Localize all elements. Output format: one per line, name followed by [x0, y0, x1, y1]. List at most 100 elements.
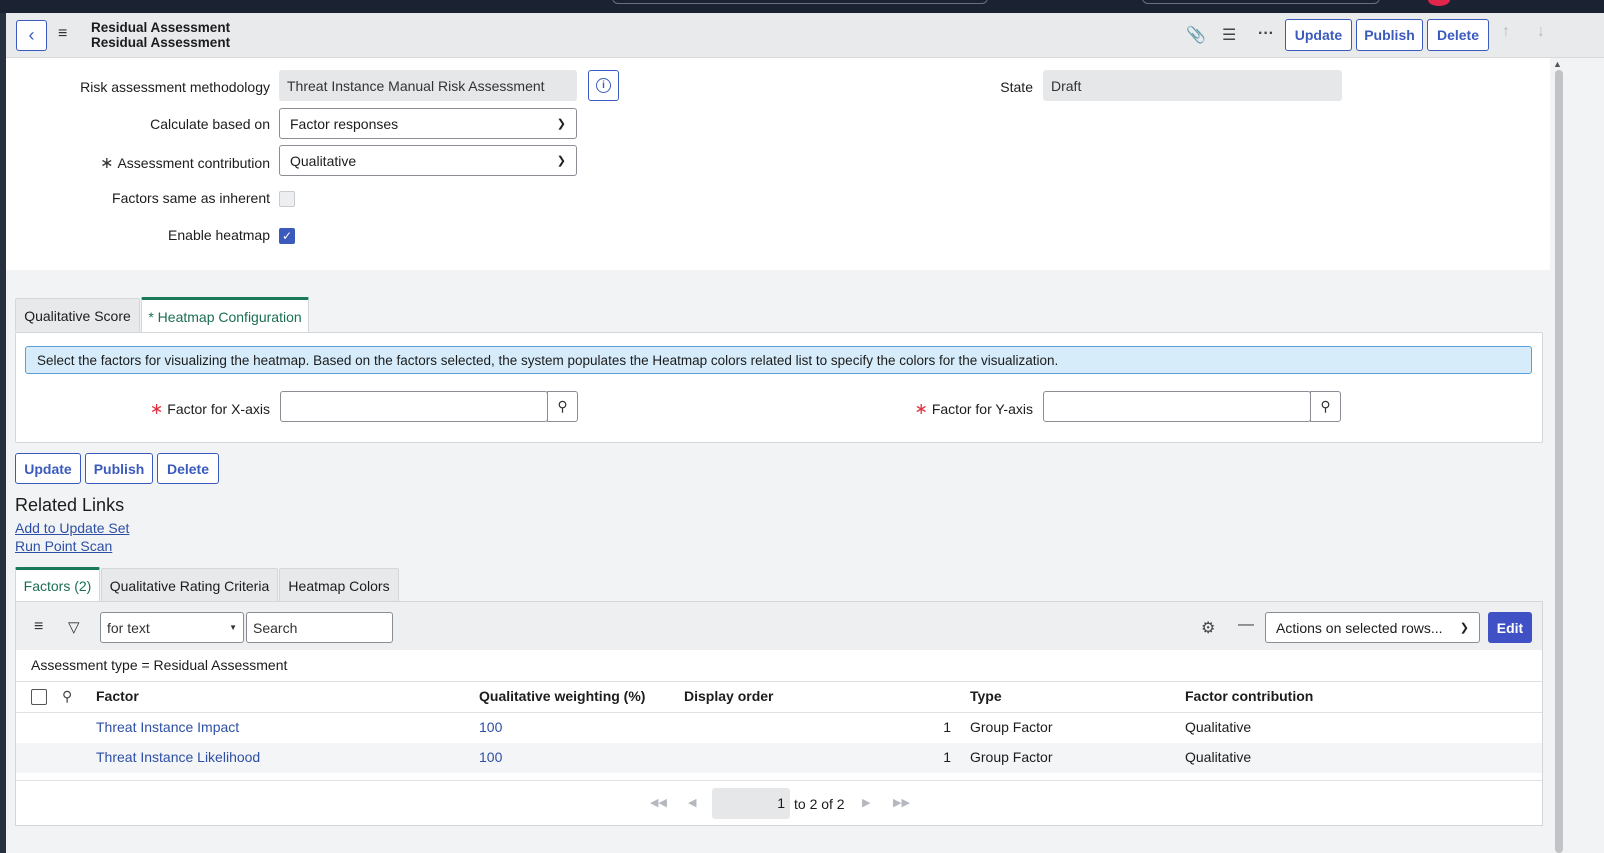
bottom-publish-button[interactable]: Publish [85, 453, 153, 484]
table-footer-divider [16, 780, 1542, 781]
row-2-factor-link[interactable]: Threat Instance Likelihood [96, 749, 260, 765]
search-icon: ⚲ [557, 398, 568, 414]
page-number-input[interactable]: 1 [712, 788, 790, 819]
calculate-label: Calculate based on [150, 116, 270, 132]
tab-heatmap-colors[interactable]: Heatmap Colors [279, 568, 399, 602]
related-links-heading: Related Links [15, 495, 125, 515]
methodology-label: Risk assessment methodology [80, 79, 270, 95]
header-publish-button[interactable]: Publish [1356, 19, 1423, 51]
actions-value: Actions on selected rows... [1276, 619, 1443, 636]
enable-heatmap-checkbox[interactable]: ✓ [279, 228, 295, 244]
related-link-add-to-update-set[interactable]: Add to Update Set [15, 520, 129, 536]
row-1-factor-link[interactable]: Threat Instance Impact [96, 719, 239, 735]
top-strip [0, 0, 1604, 13]
x-axis-input[interactable] [280, 391, 548, 422]
column-header-display-order[interactable]: Display order [684, 688, 773, 704]
contribution-value: Qualitative [290, 152, 357, 169]
chevron-down-icon: ❯ [556, 155, 566, 167]
methodology-info-button[interactable]: i [588, 70, 619, 101]
contribution-label-wrap: ∗ Assessment contribution [40, 153, 270, 173]
x-axis-label-wrap: ∗ Factor for X-axis [100, 399, 270, 419]
global-search-pill[interactable] [612, 0, 988, 4]
row-2-type: Group Factor [970, 749, 1053, 765]
caret-down-icon: ▼ [229, 623, 237, 632]
enable-heatmap-label: Enable heatmap [168, 227, 270, 243]
list-breadcrumb[interactable]: Assessment type = Residual Assessment [31, 657, 287, 673]
scope-pill[interactable] [1142, 0, 1380, 4]
row-1-contribution: Qualitative [1185, 719, 1252, 735]
arrow-up-icon[interactable]: ↑ [1502, 23, 1510, 41]
next-page-icon[interactable]: ▶ [862, 796, 870, 809]
list-search-input[interactable]: Search [246, 612, 393, 643]
more-options-icon[interactable]: ··· [1258, 25, 1274, 43]
row-1-weighting[interactable]: 100 [479, 719, 502, 735]
page-range-text: to 2 of 2 [794, 796, 845, 812]
required-icon: ∗ [100, 155, 114, 172]
check-icon: ✓ [281, 229, 293, 243]
factors-same-checkbox[interactable] [279, 191, 295, 207]
sliders-icon[interactable]: ☰ [1222, 25, 1236, 45]
state-label: State [1000, 79, 1033, 95]
context-menu-icon[interactable]: ≡ [58, 25, 67, 43]
select-all-checkbox[interactable] [31, 689, 47, 705]
row-1-type: Group Factor [970, 719, 1053, 735]
column-header-factor-contribution[interactable]: Factor contribution [1185, 688, 1313, 704]
factors-same-label: Factors same as inherent [112, 190, 270, 206]
chevron-down-icon: ❯ [556, 118, 566, 130]
y-axis-input[interactable] [1043, 391, 1311, 422]
scroll-up-icon[interactable]: ▲ [1553, 59, 1562, 69]
search-field-value: for text [107, 619, 150, 636]
row-2-weighting[interactable]: 100 [479, 749, 502, 765]
contribution-label: Assessment contribution [117, 155, 270, 171]
search-icon: ⚲ [1320, 398, 1331, 414]
bottom-delete-button[interactable]: Delete [157, 453, 219, 484]
collapse-icon[interactable]: — [1238, 616, 1254, 634]
form-header: ‹ ≡ Residual Assessment Residual Assessm… [6, 13, 1604, 58]
page-title: Residual Assessment Residual Assessment [91, 20, 230, 50]
required-icon: ∗ [914, 401, 928, 418]
row-2-contribution: Qualitative [1185, 749, 1252, 765]
contribution-select[interactable]: Qualitative ❯ [279, 145, 577, 176]
arrow-down-icon[interactable]: ↓ [1537, 23, 1545, 41]
calculate-select[interactable]: Factor responses ❯ [279, 108, 577, 139]
notification-badge[interactable] [1428, 0, 1450, 6]
required-icon: ∗ [149, 401, 164, 418]
previous-page-icon[interactable]: ◀ [688, 796, 696, 809]
header-delete-button[interactable]: Delete [1427, 19, 1489, 51]
first-page-icon[interactable]: ◀◀ [650, 796, 667, 809]
column-header-weighting[interactable]: Qualitative weighting (%) [479, 688, 645, 704]
search-placeholder: Search [253, 619, 298, 636]
scrollbar-thumb[interactable] [1555, 70, 1563, 853]
column-header-type[interactable]: Type [970, 688, 1002, 704]
filter-icon[interactable]: ▽ [68, 618, 80, 636]
calculate-value: Factor responses [290, 115, 399, 132]
y-axis-label-wrap: ∗ Factor for Y-axis [863, 399, 1033, 419]
actions-select[interactable]: Actions on selected rows... ❯ [1265, 612, 1480, 643]
related-link-run-point-scan[interactable]: Run Point Scan [15, 538, 112, 554]
bottom-update-button[interactable]: Update [15, 453, 81, 484]
last-page-icon[interactable]: ▶▶ [893, 796, 910, 809]
chevron-left-icon: ‹ [28, 25, 35, 45]
back-button[interactable]: ‹ [16, 20, 47, 51]
tab-heatmap-configuration[interactable]: * Heatmap Configuration [141, 297, 309, 333]
search-icon[interactable]: ⚲ [62, 688, 72, 705]
search-field-select[interactable]: for text ▼ [100, 612, 244, 643]
list-menu-icon[interactable]: ≡ [34, 618, 43, 636]
gear-icon[interactable]: ⚙ [1201, 618, 1215, 638]
header-update-button[interactable]: Update [1285, 19, 1352, 51]
heatmap-info-message: Select the factors for visualizing the h… [25, 346, 1532, 374]
tab-factors[interactable]: Factors (2) [15, 567, 100, 602]
paperclip-icon[interactable]: 📎 [1186, 25, 1206, 45]
row-2-order: 1 [943, 749, 951, 765]
row-1-order: 1 [943, 719, 951, 735]
methodology-field: Threat Instance Manual Risk Assessment [279, 70, 577, 101]
tab-qualitative-rating-criteria[interactable]: Qualitative Rating Criteria [101, 568, 278, 602]
y-axis-lookup-button[interactable]: ⚲ [1310, 391, 1341, 422]
state-field: Draft [1043, 70, 1342, 101]
x-axis-lookup-button[interactable]: ⚲ [547, 391, 578, 422]
table-row [16, 713, 1542, 743]
chevron-down-icon: ❯ [1459, 622, 1469, 634]
column-header-factor[interactable]: Factor [96, 688, 139, 704]
edit-button[interactable]: Edit [1488, 612, 1532, 643]
tab-qualitative-score[interactable]: Qualitative Score [15, 298, 140, 332]
